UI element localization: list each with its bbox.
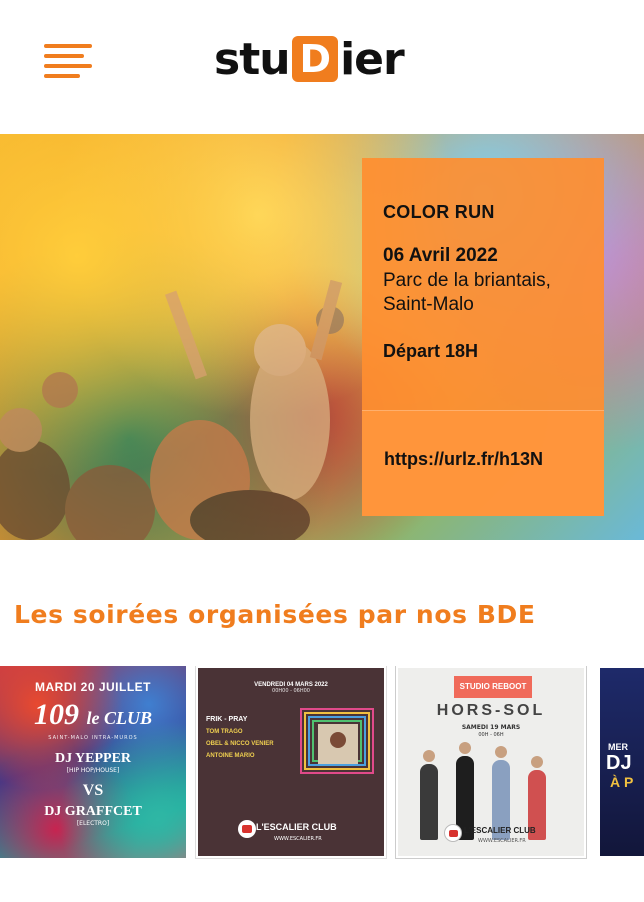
poster3-url: WWW.ESCALIER.FR xyxy=(478,838,526,844)
poster4-line1: MER xyxy=(608,742,628,752)
poster1-dj1-genre: [HIP HOP/HOUSE] xyxy=(66,767,120,774)
poster1-versus: VS xyxy=(82,782,104,799)
event-title: COLOR RUN xyxy=(383,202,495,222)
poster1-dj1: DJ YEPPER xyxy=(54,751,132,766)
event-place-line1: Parc de la briantais, xyxy=(383,270,551,291)
poster-escalier-frik-pray[interactable]: VENDREDI 04 MARS 2022 00H00 - 06H00 FRIK… xyxy=(195,666,387,859)
event-link[interactable]: https://urlz.fr/h13N xyxy=(384,449,543,470)
event-place-line2: Saint-Malo xyxy=(383,294,474,315)
app-header: stu D ier xyxy=(0,0,644,132)
poster1-venue-number: 109 xyxy=(34,698,79,731)
poster2-artist1: TOM TRAGO xyxy=(206,729,243,735)
escalier-club-logo-icon xyxy=(444,824,462,842)
poster1-venue-sub: SAINT-MALO INTRA-MUROS xyxy=(48,735,138,741)
poster1-venue-name: le CLUB xyxy=(86,708,153,728)
poster1-date: MARDI 20 JUILLET xyxy=(34,680,151,694)
poster3-title: HORS-SOL xyxy=(436,702,546,719)
poster2-artist-photo xyxy=(318,724,358,764)
poster2-artist2: OBEL & NICCO VENIER xyxy=(206,741,274,747)
poster-109-club[interactable]: MARDI 20 JUILLET 109 le CLUB SAINT-MALO … xyxy=(0,666,186,858)
logo-prefix: stu xyxy=(214,33,291,85)
poster3-person xyxy=(420,750,438,840)
party-posters-carousel[interactable]: MARDI 20 JUILLET 109 le CLUB SAINT-MALO … xyxy=(0,666,644,860)
logo-suffix: ier xyxy=(340,33,405,85)
crowd-illustration xyxy=(0,280,344,540)
poster-partial[interactable]: MER DJ À P xyxy=(598,666,644,858)
event-link-box: https://urlz.fr/h13N xyxy=(362,410,604,516)
poster2-lineup-title: FRIK - PRAY xyxy=(206,716,248,723)
poster2-lineup: FRIK - PRAY TOM TRAGO OBEL & NICCO VENIE… xyxy=(206,716,302,765)
poster2-url: WWW.ESCALIER.FR xyxy=(274,836,322,842)
poster1-dj2: DJ GRAFFCET xyxy=(44,804,142,819)
poster2-artist3: ANTOINE MARIO xyxy=(206,753,255,759)
escalier-club-logo-icon xyxy=(238,820,256,838)
poster3-date: SAMEDI 19 MARS xyxy=(461,724,521,731)
logo-highlight: D xyxy=(291,36,339,82)
event-start-time: Départ 18H xyxy=(383,341,479,361)
poster3-club: L'ESCALIER CLUB xyxy=(464,826,536,835)
poster3-tag: STUDIO REBOOT xyxy=(454,676,532,698)
poster1-dj2-genre: [ELECTRO] xyxy=(76,820,110,827)
poster4-line3: À P xyxy=(610,774,634,790)
poster4-line2: DJ xyxy=(606,752,632,774)
poster3-hours: 00H - 06H xyxy=(478,732,504,738)
hamburger-menu-icon[interactable] xyxy=(44,44,92,78)
poster2-time: 00H00 - 06H00 xyxy=(272,688,310,694)
studier-logo[interactable]: stu D ier xyxy=(214,32,405,86)
event-date: 06 Avril 2022 xyxy=(383,245,498,266)
event-info-card: COLOR RUN 06 Avril 2022 Parc de la brian… xyxy=(362,158,604,516)
poster2-club: L'ESCALIER CLUB xyxy=(256,822,337,832)
poster1-venue: 109 le CLUB xyxy=(0,700,186,733)
poster-hors-sol[interactable]: STUDIO REBOOT HORS-SOL SAMEDI 19 MARS 00… xyxy=(395,666,587,859)
section-title: Les soirées organisées par nos BDE xyxy=(14,600,536,629)
hero-banner[interactable]: COLOR RUN 06 Avril 2022 Parc de la brian… xyxy=(0,134,644,540)
